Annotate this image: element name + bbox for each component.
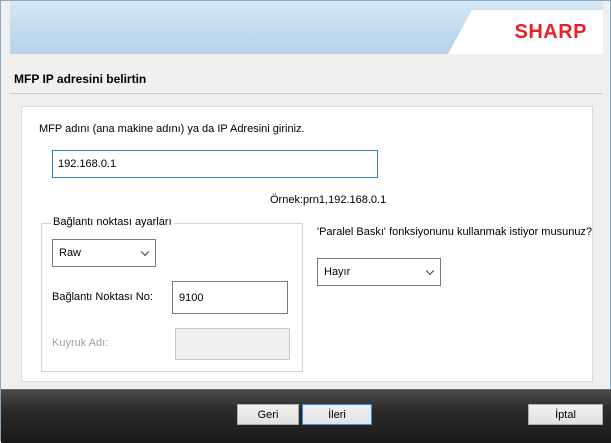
queue-name-label: Kuyruk Adı: <box>52 337 109 349</box>
port-settings-label: Bağlantı noktası ayarları <box>51 216 174 228</box>
ip-address-input[interactable] <box>52 150 378 178</box>
address-instruction: MFP adını (ana makine adını) ya da IP Ad… <box>39 123 305 135</box>
parallel-print-question: 'Paralel Baskı' fonksiyonunu kullanmak i… <box>317 226 593 238</box>
chevron-down-icon <box>140 247 150 257</box>
parallel-print-value: Hayır <box>324 266 351 278</box>
chevron-down-icon <box>425 266 435 276</box>
address-example: Örnek:prn1,192.168.0.1 <box>270 194 387 206</box>
sharp-logo: SHARP <box>514 21 587 43</box>
port-number-label: Bağlantı Noktası No: <box>52 291 153 303</box>
content-area: MFP IP adresini belirtin MFP adını (ana … <box>10 54 603 389</box>
queue-name-input <box>175 328 290 360</box>
port-number-input[interactable] <box>172 281 288 314</box>
cancel-button[interactable]: İptal <box>528 404 603 425</box>
parallel-print-select[interactable]: Hayır <box>317 258 441 286</box>
page-title: MFP IP adresini belirtin <box>14 72 147 86</box>
title-divider <box>10 93 603 94</box>
header-banner: SHARP <box>10 1 603 54</box>
next-button[interactable]: İleri <box>302 404 372 425</box>
port-type-value: Raw <box>59 247 82 259</box>
button-bar: Geri İleri İptal <box>1 389 611 443</box>
installer-window: SHARP MFP IP adresini belirtin MFP adını… <box>0 0 611 443</box>
port-type-select[interactable]: Raw <box>52 239 156 267</box>
back-button[interactable]: Geri <box>237 404 299 425</box>
